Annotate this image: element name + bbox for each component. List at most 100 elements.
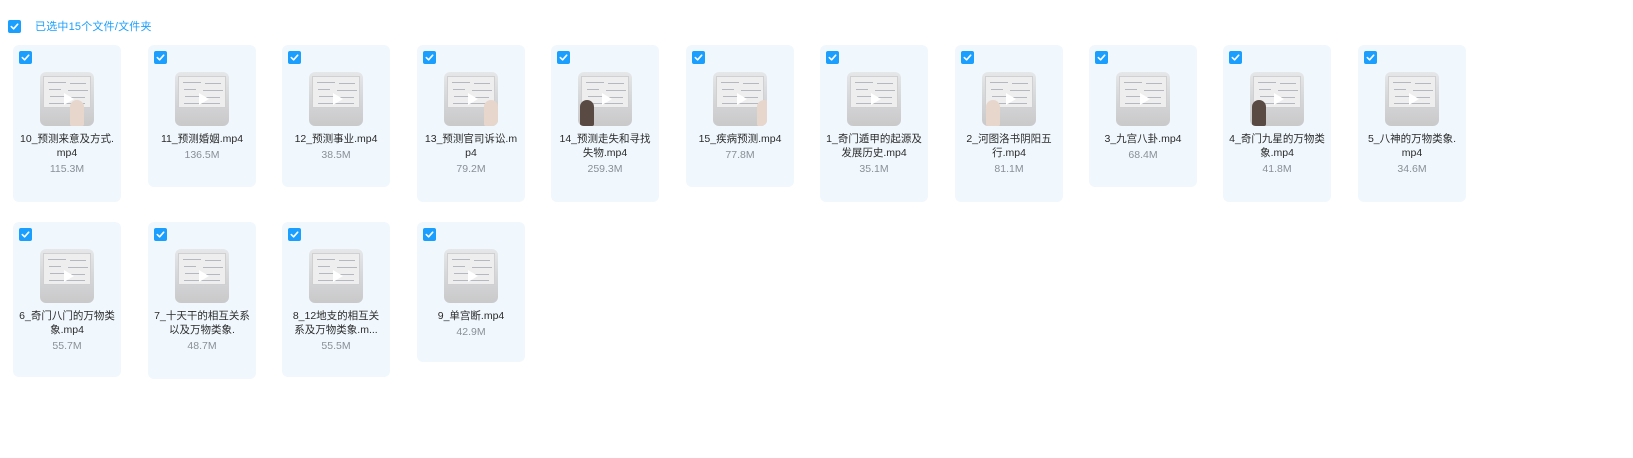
file-card[interactable]: 3_九宫八卦.mp4 68.4M <box>1089 45 1197 187</box>
file-checkbox[interactable] <box>288 51 301 64</box>
file-card[interactable]: 15_疾病预测.mp4 77.8M <box>686 45 794 187</box>
file-size: 34.6M <box>1397 163 1427 175</box>
play-icon <box>602 93 612 105</box>
file-name[interactable]: 4_奇门九星的万物类象.mp4 <box>1229 132 1325 160</box>
file-card[interactable]: 10_预测来意及方式.mp4 115.3M <box>13 45 121 202</box>
file-checkbox[interactable] <box>423 228 436 241</box>
check-icon <box>290 54 299 61</box>
file-card[interactable]: 9_单宫断.mp4 42.9M <box>417 222 525 362</box>
presenter-figure <box>757 100 767 126</box>
select-all-checkbox[interactable] <box>8 19 21 33</box>
presenter-figure <box>580 100 594 126</box>
file-card[interactable]: 1_奇门遁甲的起源及发展历史.mp4 35.1M <box>820 45 928 202</box>
video-thumbnail[interactable] <box>1116 72 1170 126</box>
file-size: 136.5M <box>184 149 220 161</box>
presenter-figure <box>1252 100 1266 126</box>
file-name[interactable]: 12_预测事业.mp4 <box>288 132 384 146</box>
file-card[interactable]: 5_八神的万物类象.mp4 34.6M <box>1358 45 1466 202</box>
check-icon <box>425 231 434 238</box>
file-size: 77.8M <box>725 149 755 161</box>
video-thumbnail[interactable] <box>309 249 363 303</box>
file-checkbox[interactable] <box>557 51 570 64</box>
file-checkbox[interactable] <box>1095 51 1108 64</box>
video-thumbnail[interactable] <box>847 72 901 126</box>
file-name[interactable]: 8_12地支的相互关系及万物类象.m... <box>288 309 384 337</box>
file-checkbox[interactable] <box>961 51 974 64</box>
video-thumbnail[interactable] <box>444 249 498 303</box>
video-thumbnail[interactable] <box>713 72 767 126</box>
file-checkbox[interactable] <box>826 51 839 64</box>
play-icon <box>64 93 74 105</box>
check-icon <box>694 54 703 61</box>
file-checkbox[interactable] <box>154 228 167 241</box>
file-checkbox[interactable] <box>423 51 436 64</box>
file-checkbox[interactable] <box>288 228 301 241</box>
file-size: 115.3M <box>49 163 85 175</box>
play-icon <box>1006 93 1016 105</box>
file-card[interactable]: 8_12地支的相互关系及万物类象.m... 55.5M <box>282 222 390 377</box>
file-card[interactable]: 13_预测官司诉讼.mp4 79.2M <box>417 45 525 202</box>
play-icon <box>871 93 881 105</box>
check-icon <box>10 22 19 30</box>
file-name[interactable]: 1_奇门遁甲的起源及发展历史.mp4 <box>826 132 922 160</box>
video-thumbnail[interactable] <box>309 72 363 126</box>
file-size: 42.9M <box>456 326 486 338</box>
file-name[interactable]: 6_奇门八门的万物类象.mp4 <box>19 309 115 337</box>
file-name[interactable]: 3_九宫八卦.mp4 <box>1095 132 1191 146</box>
play-icon <box>1274 93 1284 105</box>
video-thumbnail[interactable] <box>40 249 94 303</box>
file-name[interactable]: 15_疾病预测.mp4 <box>692 132 788 146</box>
file-card[interactable]: 14_预测走失和寻找失物.mp4 259.3M <box>551 45 659 202</box>
video-thumbnail[interactable] <box>1250 72 1304 126</box>
video-thumbnail[interactable] <box>444 72 498 126</box>
file-card[interactable]: 12_预测事业.mp4 38.5M <box>282 45 390 187</box>
file-size: 79.2M <box>456 163 486 175</box>
video-thumbnail[interactable] <box>175 249 229 303</box>
file-size: 41.8M <box>1262 163 1292 175</box>
play-icon <box>468 93 478 105</box>
check-icon <box>1097 54 1106 61</box>
video-thumbnail[interactable] <box>175 72 229 126</box>
file-card[interactable]: 6_奇门八门的万物类象.mp4 55.7M <box>13 222 121 377</box>
file-size: 35.1M <box>859 163 889 175</box>
check-icon <box>156 54 165 61</box>
file-card[interactable]: 2_河图洛书阴阳五行.mp4 81.1M <box>955 45 1063 202</box>
file-size: 68.4M <box>1128 149 1158 161</box>
file-size: 81.1M <box>994 163 1024 175</box>
file-size: 38.5M <box>321 149 351 161</box>
file-checkbox[interactable] <box>1364 51 1377 64</box>
play-icon <box>1409 93 1419 105</box>
video-thumbnail[interactable] <box>578 72 632 126</box>
file-card[interactable]: 4_奇门九星的万物类象.mp4 41.8M <box>1223 45 1331 202</box>
play-icon <box>1140 93 1150 105</box>
file-checkbox[interactable] <box>1229 51 1242 64</box>
video-thumbnail[interactable] <box>40 72 94 126</box>
video-thumbnail[interactable] <box>982 72 1036 126</box>
play-icon <box>333 93 343 105</box>
file-name[interactable]: 7_十天干的相互关系以及万物类象. <box>154 309 250 337</box>
check-icon <box>425 54 434 61</box>
file-card[interactable]: 7_十天干的相互关系以及万物类象. 48.7M <box>148 222 256 379</box>
file-card[interactable]: 11_预测婚姻.mp4 136.5M <box>148 45 256 187</box>
file-name[interactable]: 13_预测官司诉讼.mp4 <box>423 132 519 160</box>
check-icon <box>828 54 837 61</box>
file-checkbox[interactable] <box>692 51 705 64</box>
file-name[interactable]: 5_八神的万物类象.mp4 <box>1364 132 1460 160</box>
presenter-figure <box>484 100 498 126</box>
file-name[interactable]: 9_单宫断.mp4 <box>423 309 519 323</box>
selection-count-text: 已选中15个文件/文件夹 <box>35 21 152 33</box>
play-icon <box>333 270 343 282</box>
file-name[interactable]: 14_预测走失和寻找失物.mp4 <box>557 132 653 160</box>
play-icon <box>468 270 478 282</box>
file-name[interactable]: 2_河图洛书阴阳五行.mp4 <box>961 132 1057 160</box>
check-icon <box>21 231 30 238</box>
file-name[interactable]: 11_预测婚姻.mp4 <box>154 132 250 146</box>
file-checkbox[interactable] <box>19 228 32 241</box>
file-checkbox[interactable] <box>154 51 167 64</box>
video-thumbnail[interactable] <box>1385 72 1439 126</box>
check-icon <box>290 231 299 238</box>
file-size: 55.7M <box>52 340 82 352</box>
file-name[interactable]: 10_预测来意及方式.mp4 <box>19 132 115 160</box>
play-icon <box>64 270 74 282</box>
file-checkbox[interactable] <box>19 51 32 64</box>
